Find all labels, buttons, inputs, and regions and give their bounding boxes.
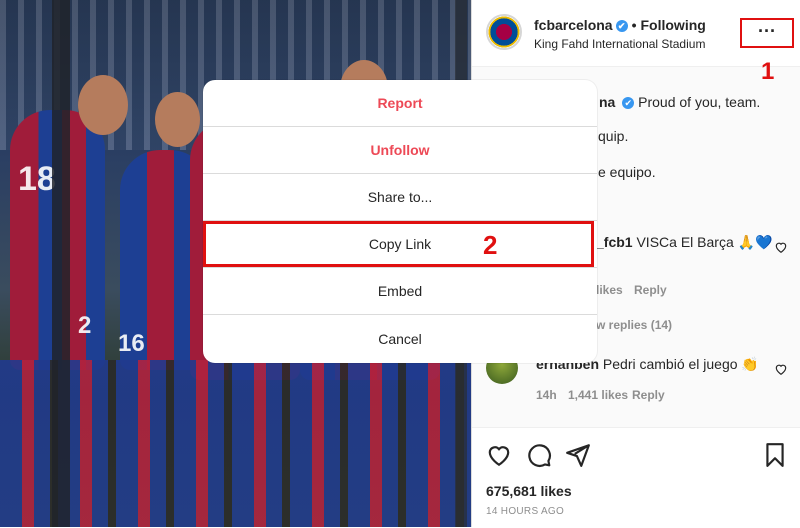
more-options-button[interactable]: ···	[740, 18, 794, 48]
view-replies-button[interactable]: w replies (14)	[596, 318, 672, 332]
reply-button[interactable]: Reply	[632, 388, 665, 402]
annotation-label: 2	[483, 230, 498, 260]
jersey-number: 16	[118, 330, 145, 357]
post-header: fcbarcelona ✔ • Following King Fahd Interna…	[472, 0, 800, 85]
comment-icon[interactable]	[526, 442, 552, 468]
list-item: na ✔ Proud of you, team.	[599, 94, 760, 110]
share-icon[interactable]	[565, 442, 591, 468]
list-item: _fcb1 VISCa El Barça 🙏💙	[596, 234, 772, 251]
more-icon: ···	[758, 21, 776, 41]
share-to-button[interactable]: Share to...	[203, 174, 597, 221]
username[interactable]: fcbarcelona	[534, 17, 613, 33]
likes-count[interactable]: 675,681 likes	[486, 483, 572, 499]
jersey-number: 2	[78, 312, 92, 339]
following-button[interactable]: Following	[641, 17, 706, 33]
like-icon[interactable]	[486, 442, 512, 468]
post-actions: 675,681 likes 14 HOURS AGO	[472, 427, 800, 528]
comment-text: e equipo.	[598, 164, 656, 180]
player-head	[78, 75, 128, 135]
comment-likes[interactable]: 1,441 likes	[568, 388, 628, 402]
player-legs	[0, 360, 471, 527]
comment-text: VISCa El Barça 🙏💙	[636, 234, 773, 250]
location-link[interactable]: King Fahd International Stadium	[534, 37, 705, 51]
verified-icon: ✔	[622, 97, 635, 110]
comment-likes[interactable]: likes	[596, 283, 623, 297]
like-comment-icon[interactable]	[774, 362, 788, 376]
comment-time: 14h	[536, 388, 557, 402]
post-author[interactable]: fcbarcelona ✔ • Following	[534, 17, 706, 33]
like-comment-icon[interactable]	[774, 240, 788, 254]
comment-text: quip.	[598, 128, 629, 144]
reply-button[interactable]: Reply	[634, 283, 667, 297]
cancel-button[interactable]: Cancel	[203, 316, 597, 363]
jersey-number: 18	[18, 160, 56, 198]
post-time: 14 HOURS AGO	[486, 506, 565, 517]
comment-text: Pedri cambió el juego 👏	[602, 356, 759, 372]
embed-button[interactable]: Embed	[203, 268, 597, 315]
goal-post	[52, 0, 70, 527]
bookmark-icon[interactable]	[762, 442, 788, 468]
avatar[interactable]	[486, 14, 522, 50]
comment-user[interactable]: na	[599, 94, 615, 110]
comment-user[interactable]: _fcb1	[596, 234, 633, 250]
comment-text: Proud of you, team.	[638, 94, 761, 110]
unfollow-button[interactable]: Unfollow	[203, 127, 597, 174]
report-button[interactable]: Report	[203, 80, 597, 127]
separator: •	[631, 17, 637, 33]
copy-link-highlight	[203, 221, 594, 267]
verified-icon: ✔	[615, 20, 628, 33]
player-head	[155, 92, 200, 147]
